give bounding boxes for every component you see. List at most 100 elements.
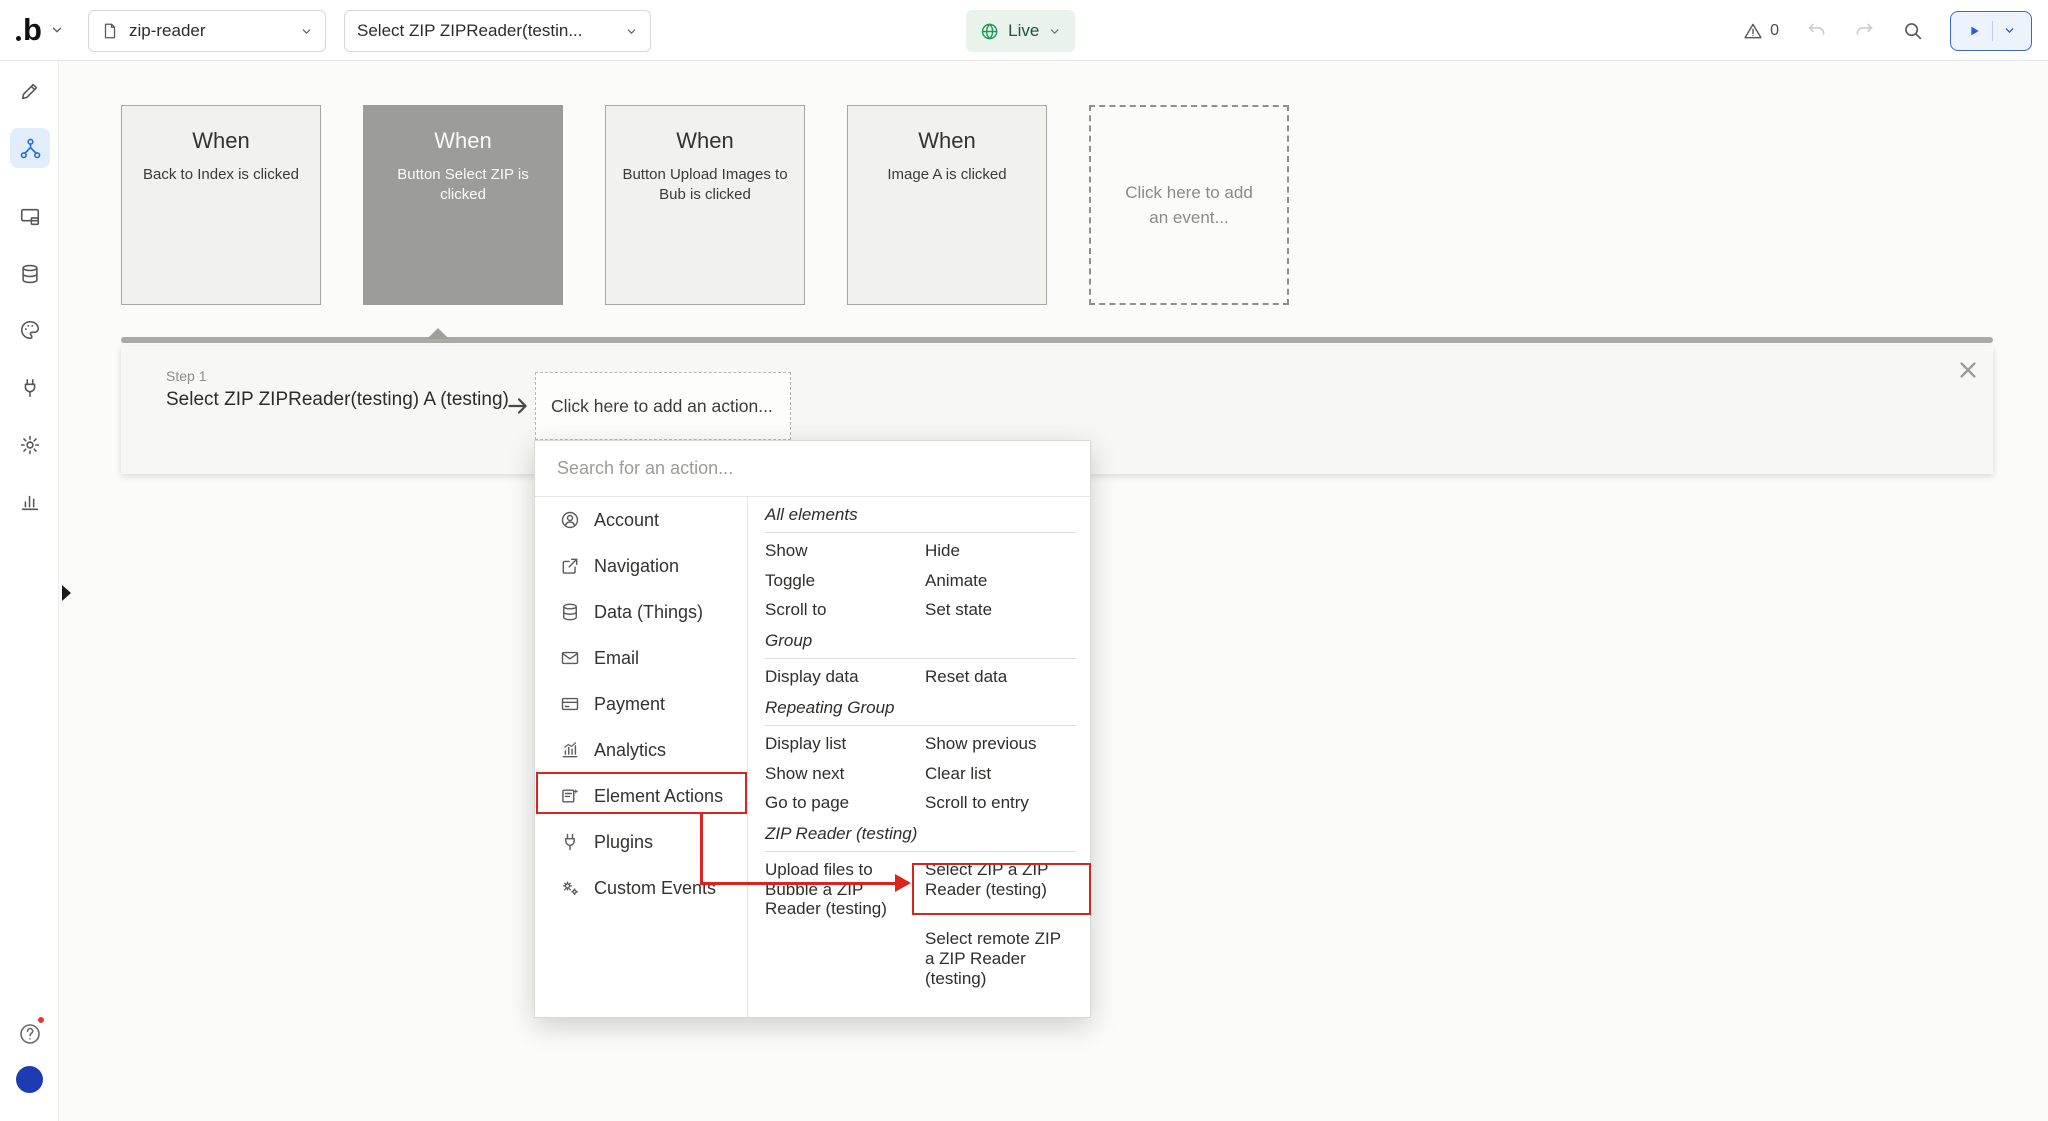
sidebar-item-workflow[interactable] bbox=[10, 128, 50, 168]
sidebar-item-settings[interactable] bbox=[10, 425, 50, 465]
event-card-button-select-zip[interactable]: When Button Select ZIP is clicked bbox=[363, 105, 563, 305]
page-selector[interactable]: zip-reader bbox=[88, 10, 326, 52]
expand-palette-handle[interactable] bbox=[62, 585, 71, 601]
play-icon bbox=[1966, 23, 1982, 39]
search-button[interactable] bbox=[1902, 20, 1923, 41]
action-item-show-previous[interactable]: Show previous bbox=[925, 729, 1076, 759]
chevron-down-icon bbox=[1048, 25, 1061, 38]
preview-button[interactable] bbox=[1950, 11, 2032, 51]
event-card-back-to-index[interactable]: When Back to Index is clicked bbox=[121, 105, 321, 305]
horizontal-scrollbar[interactable] bbox=[121, 337, 1993, 343]
palette-icon bbox=[19, 319, 41, 341]
panel-pointer-triangle bbox=[427, 328, 449, 339]
action-row: Show Hide bbox=[765, 536, 1076, 566]
sidebar-item-responsive[interactable] bbox=[10, 197, 50, 237]
redo-button[interactable] bbox=[1854, 20, 1875, 41]
sidebar bbox=[0, 61, 59, 1121]
bubble-logo[interactable]: b bbox=[16, 13, 42, 47]
custom-events-icon bbox=[560, 878, 580, 898]
help-button[interactable] bbox=[12, 1016, 48, 1052]
action-row: Display list Show previous bbox=[765, 729, 1076, 759]
action-item-clear-list[interactable]: Clear list bbox=[925, 759, 1076, 789]
event-subtitle: Button Select ZIP is clicked bbox=[380, 165, 546, 206]
category-label: Analytics bbox=[594, 740, 666, 761]
category-label: Payment bbox=[594, 694, 665, 715]
action-item-scroll-to[interactable]: Scroll to bbox=[765, 595, 925, 625]
sidebar-item-styles[interactable] bbox=[10, 310, 50, 350]
section-header-all-elements: All elements bbox=[765, 499, 1076, 533]
action-item-upload-files-to-bubble[interactable]: Upload files to Bubble a ZIP Reader (tes… bbox=[765, 855, 925, 924]
action-item-go-to-page[interactable]: Go to page bbox=[765, 788, 925, 818]
action-row: Display data Reset data bbox=[765, 662, 1076, 692]
layout-icon bbox=[19, 206, 41, 228]
section-header-group: Group bbox=[765, 625, 1076, 659]
action-item-select-zip[interactable]: Select ZIP a ZIP Reader (testing) bbox=[925, 855, 1076, 924]
category-label: Email bbox=[594, 648, 639, 669]
undo-button[interactable] bbox=[1806, 20, 1827, 41]
category-analytics[interactable]: Analytics bbox=[535, 727, 747, 773]
navigation-icon bbox=[560, 556, 580, 576]
action-categories: Account Navigation Data (Things) Email P… bbox=[535, 497, 748, 1017]
chevron-down-icon bbox=[625, 25, 638, 38]
event-subtitle: Button Upload Images to Bub is clicked bbox=[622, 165, 788, 206]
category-navigation[interactable]: Navigation bbox=[535, 543, 747, 589]
add-event-button[interactable]: Click here to add an event... bbox=[1089, 105, 1289, 305]
category-plugins[interactable]: Plugins bbox=[535, 819, 747, 865]
category-label: Navigation bbox=[594, 556, 679, 577]
category-payment[interactable]: Payment bbox=[535, 681, 747, 727]
action-item-display-list[interactable]: Display list bbox=[765, 729, 925, 759]
action-item-toggle[interactable]: Toggle bbox=[765, 566, 925, 596]
credit-card-icon bbox=[560, 694, 580, 714]
action-row: Toggle Animate bbox=[765, 566, 1076, 596]
close-panel-button[interactable] bbox=[1957, 359, 1979, 381]
action-item-animate[interactable]: Animate bbox=[925, 566, 1076, 596]
event-card-button-upload-images[interactable]: When Button Upload Images to Bub is clic… bbox=[605, 105, 805, 305]
action-item-select-remote-zip[interactable]: Select remote ZIP a ZIP Reader (testing) bbox=[925, 924, 1076, 993]
add-action-label: Click here to add an action... bbox=[551, 396, 773, 417]
category-custom-events[interactable]: Custom Events bbox=[535, 865, 747, 911]
action-item-show-next[interactable]: Show next bbox=[765, 759, 925, 789]
user-icon bbox=[560, 510, 580, 530]
category-label: Data (Things) bbox=[594, 602, 703, 623]
category-label: Plugins bbox=[594, 832, 653, 853]
action-menu: Account Navigation Data (Things) Email P… bbox=[534, 440, 1091, 1018]
add-action-button[interactable]: Click here to add an action... bbox=[535, 372, 791, 440]
action-item-set-state[interactable]: Set state bbox=[925, 595, 1076, 625]
plugins-icon bbox=[560, 832, 580, 852]
chevron-down-icon[interactable] bbox=[2003, 24, 2016, 37]
action-item-scroll-to-entry[interactable]: Scroll to entry bbox=[925, 788, 1076, 818]
section-header-zip-reader: ZIP Reader (testing) bbox=[765, 818, 1076, 852]
sidebar-item-logs[interactable] bbox=[10, 482, 50, 522]
step-title[interactable]: Select ZIP ZIPReader(testing) A (testing… bbox=[166, 389, 509, 411]
category-email[interactable]: Email bbox=[535, 635, 747, 681]
category-element-actions[interactable]: Element Actions bbox=[535, 773, 747, 819]
category-account[interactable]: Account bbox=[535, 497, 747, 543]
analytics-icon bbox=[560, 740, 580, 760]
plug-icon bbox=[19, 377, 41, 399]
element-selector[interactable]: Select ZIP ZIPReader(testin... bbox=[344, 10, 651, 52]
events-row: When Back to Index is clicked When Butto… bbox=[121, 105, 1289, 305]
arrow-right-icon bbox=[505, 393, 531, 419]
sidebar-item-plugins[interactable] bbox=[10, 368, 50, 408]
action-item-show[interactable]: Show bbox=[765, 536, 925, 566]
sidebar-item-design[interactable] bbox=[10, 71, 50, 111]
action-submenu: All elements Show Hide Toggle Animate Sc… bbox=[748, 497, 1090, 1017]
action-item-hide[interactable]: Hide bbox=[925, 536, 1076, 566]
page-icon bbox=[101, 22, 119, 40]
user-avatar[interactable] bbox=[16, 1066, 43, 1093]
action-item-display-data[interactable]: Display data bbox=[765, 662, 925, 692]
action-item-reset-data[interactable]: Reset data bbox=[925, 662, 1076, 692]
event-title: When bbox=[380, 128, 546, 154]
category-data-things[interactable]: Data (Things) bbox=[535, 589, 747, 635]
event-card-image-a[interactable]: When Image A is clicked bbox=[847, 105, 1047, 305]
globe-icon bbox=[980, 22, 999, 41]
logo-chevron-down-icon[interactable] bbox=[50, 23, 64, 37]
action-search-input[interactable] bbox=[535, 441, 1090, 497]
issues-indicator[interactable]: 0 bbox=[1743, 21, 1779, 41]
action-row: Go to page Scroll to entry bbox=[765, 788, 1076, 818]
close-icon bbox=[1957, 359, 1979, 381]
sidebar-item-data[interactable] bbox=[10, 254, 50, 294]
category-label: Custom Events bbox=[594, 878, 716, 899]
page-selector-value: zip-reader bbox=[129, 21, 290, 41]
environment-badge[interactable]: Live bbox=[966, 10, 1075, 52]
